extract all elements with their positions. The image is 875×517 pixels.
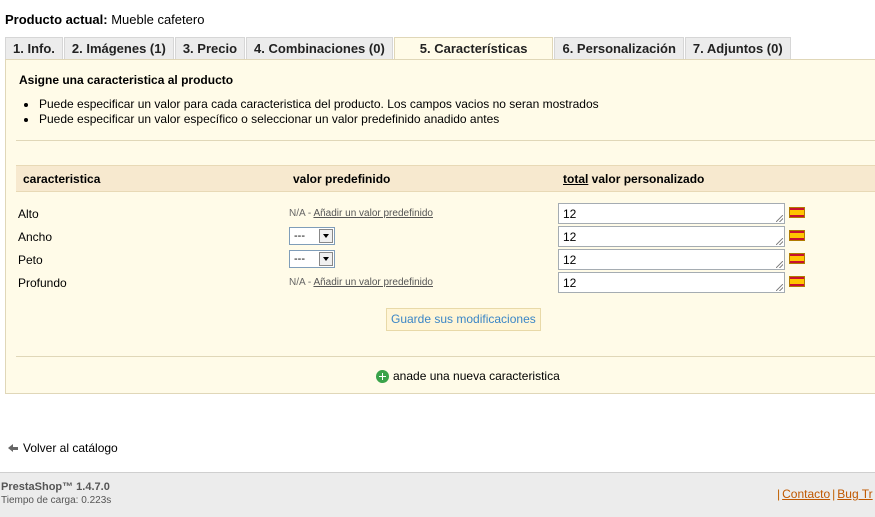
table-row: Peto --- 12 <box>6 248 875 271</box>
features-panel: Asigne una caracteristica al producto Pu… <box>5 59 875 394</box>
column-header-predefined: valor predefinido <box>293 172 391 186</box>
predefined-na: N/A - Añadir un valor predefinido <box>289 277 433 288</box>
product-label: Producto actual: <box>5 12 108 27</box>
footer-links: | Contacto | Bug Tr <box>775 487 873 501</box>
resize-grip-icon[interactable] <box>776 215 783 222</box>
custom-value: 12 <box>563 253 577 267</box>
footer-brand: PrestaShop™ 1.4.7.0 <box>1 481 110 493</box>
footer: PrestaShop™ 1.4.7.0 Tiempo de carga: 0.2… <box>0 472 875 517</box>
predefined-select[interactable]: --- <box>289 227 335 245</box>
column-header-custom-rest: valor personalizado <box>588 172 705 186</box>
custom-value-textarea[interactable]: 12 <box>558 249 785 270</box>
table-row: Alto N/A - Añadir un valor predefinido 1… <box>6 202 875 225</box>
add-feature-button[interactable]: anade una nueva caracteristica <box>376 368 560 384</box>
na-text: N/A - <box>289 208 314 219</box>
divider: | <box>832 487 836 501</box>
select-value: --- <box>294 253 305 265</box>
instruction-item: Puede especificar un valor para cada car… <box>19 97 599 112</box>
divider <box>16 356 875 357</box>
custom-value-textarea[interactable]: 12 <box>558 203 785 224</box>
contact-link[interactable]: Contacto <box>782 487 830 501</box>
column-header-custom-strong: total <box>563 172 589 186</box>
plus-circle-icon <box>376 370 389 384</box>
spain-flag-icon <box>789 230 805 241</box>
back-to-catalog-link[interactable]: Volver al catálogo <box>8 441 118 455</box>
divider <box>16 140 875 141</box>
tab-bar: 1. Info. 2. Imágenes (1) 3. Precio 4. Co… <box>5 37 792 60</box>
resize-grip-icon[interactable] <box>776 284 783 291</box>
na-text: N/A - <box>289 277 314 288</box>
predefined-na: N/A - Añadir un valor predefinido <box>289 208 433 219</box>
feature-label: Alto <box>18 207 39 221</box>
resize-grip-icon[interactable] <box>776 261 783 268</box>
save-button[interactable]: Guarde sus modificaciones <box>386 308 541 331</box>
add-feature-label: anade una nueva caracteristica <box>393 369 560 383</box>
tab-features[interactable]: 5. Características <box>393 37 554 60</box>
page-title: Producto actual: Mueble cafetero <box>5 12 204 27</box>
column-header-custom: total valor personalizado <box>563 172 704 186</box>
custom-value-textarea[interactable]: 12 <box>558 226 785 247</box>
instructions-title: Asigne una caracteristica al producto <box>19 73 234 87</box>
tab-attachments[interactable]: 7. Adjuntos (0) <box>684 37 791 59</box>
table-row: Ancho --- 12 <box>6 225 875 248</box>
custom-value-textarea[interactable]: 12 <box>558 272 785 293</box>
spain-flag-icon <box>789 276 805 287</box>
footer-load-time: Tiempo de carga: 0.223s <box>1 495 112 506</box>
table-header: caracteristica valor predefinido total v… <box>16 165 875 192</box>
custom-value: 12 <box>563 230 577 244</box>
select-value: --- <box>294 230 305 242</box>
add-predefined-link[interactable]: Añadir un valor predefinido <box>313 277 433 288</box>
tab-images[interactable]: 2. Imágenes (1) <box>63 37 174 59</box>
custom-value: 12 <box>563 276 577 290</box>
back-label: Volver al catálogo <box>23 441 118 455</box>
add-predefined-link[interactable]: Añadir un valor predefinido <box>313 208 433 219</box>
tab-price[interactable]: 3. Precio <box>174 37 246 59</box>
instructions-list: Puede especificar un valor para cada car… <box>19 97 599 127</box>
feature-label: Ancho <box>18 230 53 244</box>
spain-flag-icon <box>789 207 805 218</box>
column-header-feature: caracteristica <box>23 172 101 186</box>
instruction-item: Puede especificar un valor específico o … <box>19 112 599 127</box>
chevron-down-icon[interactable] <box>319 229 333 243</box>
divider: | <box>777 487 781 501</box>
predefined-select[interactable]: --- <box>289 250 335 268</box>
arrow-left-icon <box>8 444 18 453</box>
feature-label: Peto <box>18 253 43 267</box>
product-name: Mueble cafetero <box>111 12 205 27</box>
tab-info[interactable]: 1. Info. <box>5 37 63 59</box>
bug-tracker-link[interactable]: Bug Tr <box>837 487 872 501</box>
feature-label: Profundo <box>18 276 67 290</box>
tab-combinations[interactable]: 4. Combinaciones (0) <box>246 37 393 59</box>
resize-grip-icon[interactable] <box>776 238 783 245</box>
custom-value: 12 <box>563 207 577 221</box>
spain-flag-icon <box>789 253 805 264</box>
chevron-down-icon[interactable] <box>319 252 333 266</box>
tab-customization[interactable]: 6. Personalización <box>554 37 684 59</box>
table-row: Profundo N/A - Añadir un valor predefini… <box>6 271 875 294</box>
